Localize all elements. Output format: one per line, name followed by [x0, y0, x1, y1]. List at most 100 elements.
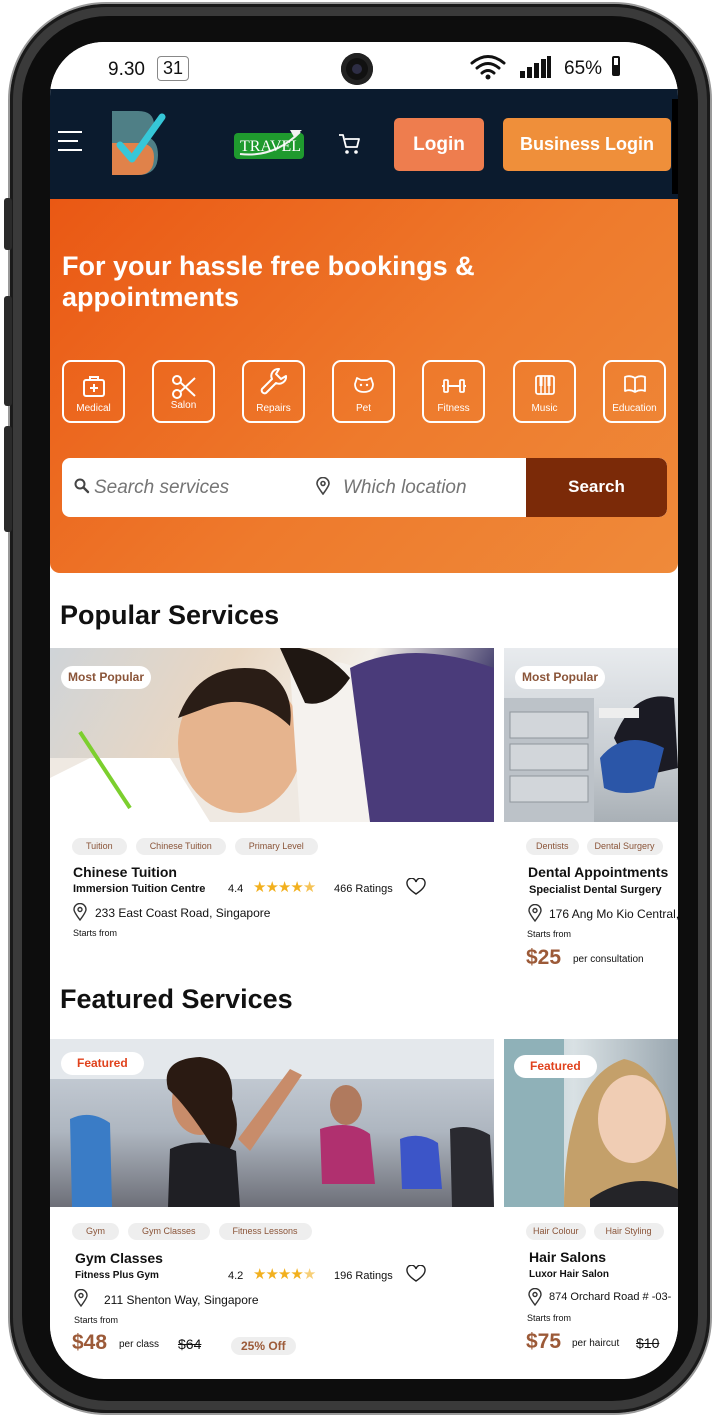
service-image: Most Popular	[504, 648, 678, 822]
location-input[interactable]	[343, 472, 523, 504]
cart-icon[interactable]	[338, 132, 362, 156]
star-icon: ★	[277, 1266, 291, 1283]
tag[interactable]: Hair Colour	[526, 1223, 586, 1240]
location-pin-icon	[74, 1289, 88, 1307]
price-unit: per haircut	[572, 1338, 620, 1349]
heart-icon[interactable]	[406, 878, 426, 896]
popular-services-title: Popular Services	[60, 600, 280, 630]
price: $75	[526, 1330, 562, 1353]
vendor-name[interactable]: Luxor Hair Salon	[529, 1269, 609, 1280]
discount-badge: 25% Off	[231, 1337, 296, 1355]
header-scroll-edge	[672, 99, 678, 194]
tag-list: Dentists Dental Surgery	[526, 836, 672, 855]
vendor-name[interactable]: Specialist Dental Surgery	[529, 884, 662, 896]
service-card-hair-salons[interactable]: Featured Hair Colour Hair Styling Hair Sa…	[504, 1039, 678, 1369]
featured-services-title: Featured Services	[60, 984, 293, 1014]
service-card-gym-classes[interactable]: Featured Gym Gym Classes Fitness Lessons G…	[50, 1039, 494, 1369]
medical-kit-icon	[82, 376, 105, 397]
login-button[interactable]: Login	[394, 118, 484, 171]
category-education[interactable]: Education	[603, 360, 666, 423]
book-icon	[623, 375, 646, 393]
category-music[interactable]: Music	[513, 360, 576, 423]
tag[interactable]: Fitness Lessons	[218, 1223, 312, 1240]
price: $48	[72, 1331, 108, 1354]
star-icon: ★	[290, 879, 303, 896]
status-time: 9.30	[108, 59, 145, 80]
starts-from-label: Starts from	[74, 1315, 119, 1325]
star-icon: ★	[265, 879, 278, 896]
most-popular-badge: Most Popular	[61, 666, 152, 689]
location-pin-icon	[528, 1288, 542, 1306]
category-pet[interactable]: Pet	[332, 360, 395, 423]
search-bar: Search	[62, 458, 667, 517]
scissors-icon	[171, 375, 196, 399]
category-list: Medical Salon Repairs Pet Fitness Music …	[62, 360, 672, 424]
travel-link[interactable]: TRAVEL	[234, 128, 306, 160]
original-price: $64	[178, 1336, 202, 1352]
star-icon: ★	[253, 879, 266, 896]
star-icon: ★	[290, 1266, 303, 1283]
original-price: $10	[636, 1335, 660, 1351]
business-login-button[interactable]: Business Login	[503, 118, 671, 171]
starts-from-label: Starts from	[73, 928, 118, 938]
service-title[interactable]: Chinese Tuition	[73, 864, 177, 880]
category-salon[interactable]: Salon	[152, 360, 215, 423]
wifi-icon	[470, 55, 506, 80]
featured-badge: Featured	[61, 1052, 144, 1075]
star-icon: ★	[277, 879, 291, 896]
heart-icon[interactable]	[406, 1265, 426, 1283]
vendor-name[interactable]: Immersion Tuition Centre	[73, 883, 205, 895]
most-popular-badge: Most Popular	[515, 666, 606, 689]
service-title[interactable]: Dental Appointments	[528, 864, 668, 880]
search-services-input[interactable]	[94, 472, 294, 504]
calendar-icon: 31	[157, 56, 190, 81]
service-image: Featured	[50, 1039, 494, 1207]
tag[interactable]: Tuition	[72, 838, 127, 855]
location-pin-icon	[316, 477, 330, 495]
phone-side-button	[4, 198, 12, 250]
service-title[interactable]: Gym Classes	[75, 1250, 163, 1266]
category-fitness[interactable]: Fitness	[422, 360, 485, 423]
service-title[interactable]: Hair Salons	[529, 1249, 606, 1265]
category-label: Education	[612, 403, 657, 414]
battery-percent: 65%	[564, 58, 603, 79]
star-icon: ★	[265, 1266, 278, 1283]
vendor-name[interactable]: Fitness Plus Gym	[75, 1270, 159, 1281]
brand-logo[interactable]	[108, 109, 166, 177]
service-address: 233 East Coast Road, Singapore	[95, 906, 271, 920]
service-address: 874 Orchard Road # -03-	[549, 1291, 672, 1303]
rating-value: 4.4	[228, 883, 244, 895]
app-header: TRAVEL Login Business Login	[50, 89, 678, 199]
search-icon	[74, 478, 90, 494]
status-bar: 9.30 31 65%	[50, 42, 678, 89]
pet-icon	[353, 377, 374, 393]
search-button[interactable]: Search	[526, 458, 667, 517]
tag-list: Gym Gym Classes Fitness Lessons	[72, 1221, 321, 1240]
tag[interactable]: Dentists	[526, 838, 579, 855]
service-image: Featured	[504, 1039, 678, 1207]
star-half-icon: ★	[302, 1266, 316, 1283]
tag[interactable]: Chinese Tuition	[135, 838, 226, 855]
price-unit: per consultation	[573, 954, 644, 965]
category-label: Fitness	[437, 403, 470, 414]
category-repairs[interactable]: Repairs	[242, 360, 305, 423]
star-icon: ★	[253, 1266, 266, 1283]
tag[interactable]: Gym Classes	[128, 1223, 210, 1240]
front-camera	[341, 53, 373, 85]
tag[interactable]: Gym	[72, 1223, 119, 1240]
ratings-count: 196 Ratings	[334, 1270, 393, 1282]
tag-list: Hair Colour Hair Styling	[526, 1221, 673, 1240]
ratings-count: 466 Ratings	[334, 883, 393, 895]
tag[interactable]: Dental Surgery	[586, 838, 663, 855]
piano-icon	[534, 375, 555, 395]
tag-list: Tuition Chinese Tuition Primary Level	[72, 836, 327, 855]
location-pin-icon	[73, 903, 87, 921]
tag[interactable]: Primary Level	[234, 838, 318, 855]
category-medical[interactable]: Medical	[62, 360, 125, 423]
tag[interactable]: Hair Styling	[593, 1223, 664, 1240]
travel-label: TRAVEL	[240, 138, 302, 155]
hamburger-menu-icon[interactable]	[58, 131, 84, 153]
dumbbell-icon	[441, 379, 466, 393]
service-card-chinese-tuition[interactable]: Most Popular Tuition Chinese Tuition Prima…	[50, 648, 494, 958]
service-card-dental-appointments[interactable]: Most Popular Dentists Dental Surgery Dent…	[504, 648, 678, 978]
